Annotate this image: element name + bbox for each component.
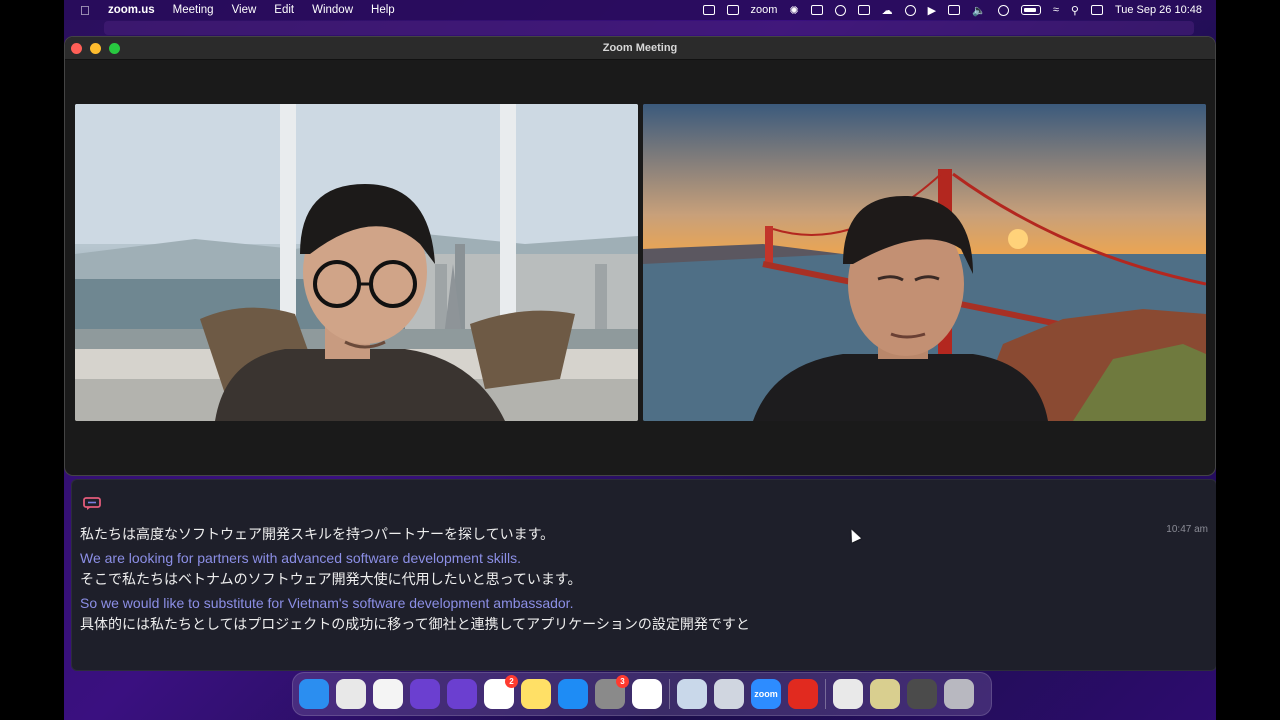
zoom-status-label[interactable]: zoom bbox=[751, 4, 778, 16]
translator-app-icon[interactable] bbox=[410, 679, 440, 709]
translator-status-icon[interactable] bbox=[702, 5, 715, 15]
play-icon[interactable]: ▶ bbox=[928, 4, 936, 17]
window-title: Zoom Meeting bbox=[602, 42, 678, 54]
dock-separator bbox=[669, 679, 670, 709]
menu-view[interactable]: View bbox=[232, 4, 257, 16]
dock-separator bbox=[825, 679, 826, 709]
translator-status-2-icon[interactable] bbox=[726, 5, 739, 15]
participant-2-scene bbox=[643, 104, 1206, 421]
participant-1-scene bbox=[75, 104, 638, 421]
user-icon[interactable] bbox=[997, 4, 1009, 16]
documents-stack-icon[interactable] bbox=[833, 679, 863, 709]
calendar-icon[interactable] bbox=[857, 5, 870, 15]
mail-app-icon[interactable] bbox=[632, 679, 662, 709]
search-icon[interactable]: ⚲ bbox=[1071, 4, 1079, 17]
creative-cloud-icon[interactable] bbox=[834, 4, 846, 16]
system-settings-icon[interactable]: 3 bbox=[595, 675, 629, 709]
transcript-line-original: そこで私たちはベトナムのソフトウェア開発大使に代用したいと思っています。 bbox=[80, 572, 582, 588]
folder-stack-icon[interactable] bbox=[870, 679, 900, 709]
trash-icon[interactable] bbox=[944, 679, 974, 709]
slack-icon[interactable]: 2 bbox=[484, 675, 518, 709]
menu-window[interactable]: Window bbox=[312, 4, 353, 16]
app-store-icon[interactable] bbox=[558, 679, 588, 709]
input-source-icon[interactable] bbox=[948, 5, 961, 15]
transcript-timestamp: 10:47 am bbox=[1166, 524, 1208, 535]
menu-meeting[interactable]: Meeting bbox=[173, 4, 214, 16]
zoom-meeting-window: Zoom Meeting bbox=[65, 37, 1215, 475]
participant-video-2[interactable] bbox=[643, 104, 1206, 421]
acrobat-icon[interactable] bbox=[788, 679, 818, 709]
notification-badge: 3 bbox=[616, 675, 629, 688]
live-translation-panel: 10:47 am 私たちは高度なソフトウェア開発スキルを持つパートナーを探してい… bbox=[71, 479, 1216, 671]
menu-help[interactable]: Help bbox=[371, 4, 395, 16]
wifi-icon[interactable]: ≈ bbox=[1053, 4, 1059, 16]
participant-video-1[interactable] bbox=[75, 104, 638, 421]
status-area: zoom ✺ ☁ ▶ 🔈 ≈ ⚲ Tue Sep 26 10:48 bbox=[702, 4, 1202, 17]
menu-bar:  zoom.us Meeting View Edit Window Help … bbox=[64, 0, 1216, 20]
control-center-icon[interactable] bbox=[1090, 5, 1103, 15]
clock[interactable]: Tue Sep 26 10:48 bbox=[1115, 4, 1202, 16]
desktop:  zoom.us Meeting View Edit Window Help … bbox=[64, 0, 1216, 720]
zoom-icon[interactable]: zoom bbox=[751, 679, 781, 709]
shield-icon[interactable] bbox=[810, 5, 823, 15]
preview-icon[interactable] bbox=[677, 679, 707, 709]
dock-item-label: zoom bbox=[754, 689, 778, 699]
airdrop-icon[interactable] bbox=[904, 4, 916, 16]
notification-badge: 2 bbox=[505, 675, 518, 688]
dock: 2 3 zoom bbox=[292, 672, 992, 716]
cloud-icon[interactable]: ☁ bbox=[882, 4, 893, 17]
transcript-line-translation: We are looking for partners with advance… bbox=[80, 549, 521, 566]
quicktime-icon[interactable] bbox=[714, 679, 744, 709]
brightness-icon[interactable]: ✺ bbox=[789, 4, 798, 17]
menu-edit[interactable]: Edit bbox=[274, 4, 294, 16]
transcript-line-original: 私たちは高度なソフトウェア開発スキルを持つパートナーを探しています。 bbox=[80, 527, 555, 543]
window-titlebar[interactable]: Zoom Meeting bbox=[65, 37, 1215, 60]
chrome-icon[interactable] bbox=[373, 679, 403, 709]
background-window bbox=[104, 21, 1194, 35]
transcript-lines: 私たちは高度なソフトウェア開発スキルを持つパートナーを探しています。 We ar… bbox=[80, 524, 750, 637]
notes-icon[interactable] bbox=[521, 679, 551, 709]
screenshots-stack-icon[interactable] bbox=[907, 679, 937, 709]
transcript-line-translation: So we would like to substitute for Vietn… bbox=[80, 594, 574, 611]
apple-menu-icon[interactable]:  bbox=[80, 3, 94, 18]
translation-app-icon bbox=[83, 497, 101, 510]
translator-app-2-icon[interactable] bbox=[447, 679, 477, 709]
finder-icon[interactable] bbox=[299, 679, 329, 709]
launchpad-icon[interactable] bbox=[336, 679, 366, 709]
volume-icon[interactable]: 🔈 bbox=[972, 4, 986, 17]
transcript-line-original: 具体的には私たちとしてはプロジェクトの成功に移って御社と連携してアプリケーション… bbox=[80, 617, 750, 633]
battery-icon[interactable] bbox=[1020, 5, 1041, 15]
menu-app-name[interactable]: zoom.us bbox=[108, 4, 155, 16]
